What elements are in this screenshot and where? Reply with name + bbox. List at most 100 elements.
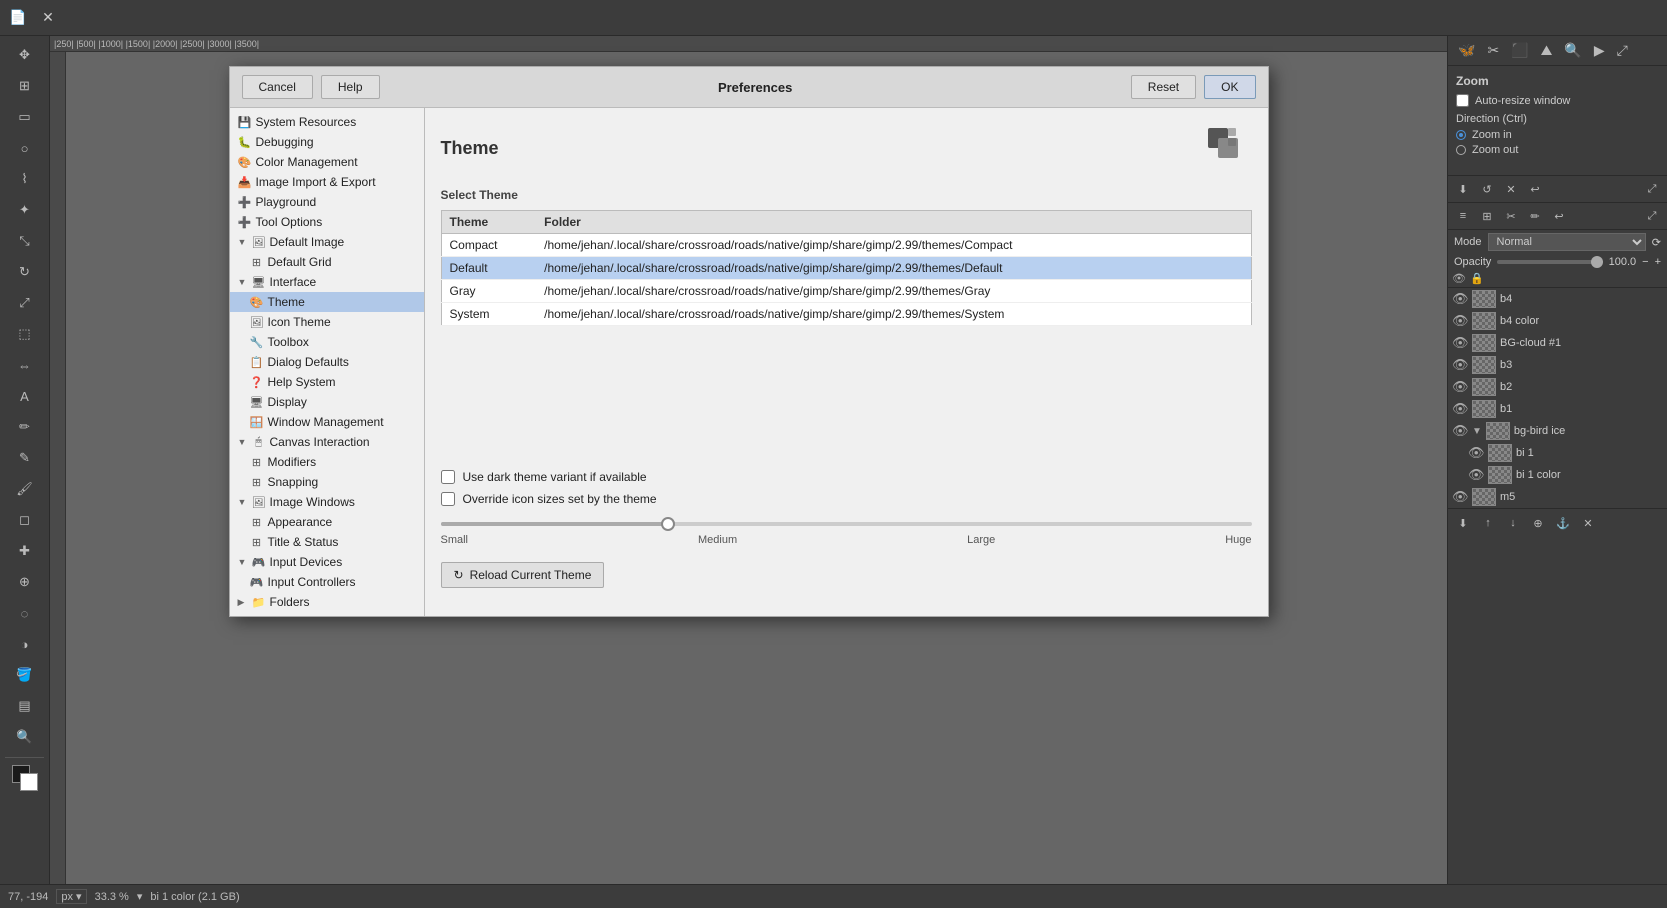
zoom-out-option[interactable]: Zoom out — [1456, 144, 1659, 156]
tool-lasso[interactable]: ⌇ — [10, 164, 40, 194]
layer-delete-btn[interactable]: ✕ — [1577, 512, 1599, 534]
list-item[interactable]: 👁 b4 — [1448, 288, 1667, 310]
reset-button[interactable]: Reset — [1131, 75, 1196, 99]
tool-select-rect[interactable]: ▭ — [10, 102, 40, 132]
layer-raise-btn[interactable]: ↑ — [1477, 512, 1499, 534]
layers-icon[interactable]: ≡ — [1452, 205, 1474, 227]
layer-duplicate-btn[interactable]: ⊕ — [1527, 512, 1549, 534]
tool-heal[interactable]: ✚ — [10, 536, 40, 566]
channels-icon[interactable]: ⊞ — [1476, 205, 1498, 227]
override-icon-checkbox[interactable] — [441, 492, 455, 506]
sidebar-item-help-system[interactable]: ❓ Help System — [230, 372, 424, 392]
tool-pencil[interactable]: ✎ — [10, 443, 40, 473]
tool-paintbrush[interactable]: 🖌 — [10, 474, 40, 504]
tool-perspective[interactable]: ⬚ — [10, 319, 40, 349]
unit-select[interactable]: px ▾ — [56, 889, 86, 904]
list-item[interactable]: 👁 m5 — [1448, 486, 1667, 508]
table-row[interactable]: System /home/jehan/.local/share/crossroa… — [441, 303, 1251, 326]
toolbar-icon-file[interactable]: 📄 — [4, 4, 32, 32]
list-item[interactable]: 👁 b3 — [1448, 354, 1667, 376]
mode-select[interactable]: Normal — [1488, 233, 1646, 251]
list-item[interactable]: 👁 BG-cloud #1 — [1448, 332, 1667, 354]
tool-scale[interactable]: ⤢ — [10, 288, 40, 318]
list-item[interactable]: 👁 b2 — [1448, 376, 1667, 398]
table-row[interactable]: Compact /home/jehan/.local/share/crossro… — [441, 234, 1251, 257]
zoom-out-radio[interactable] — [1456, 145, 1466, 155]
layer-btn-4[interactable]: ↩ — [1524, 178, 1546, 200]
dark-theme-checkbox[interactable] — [441, 470, 455, 484]
layers-expand[interactable]: ⤢ — [1641, 205, 1663, 227]
zoom-in-radio[interactable] — [1456, 130, 1466, 140]
sidebar-item-tool-options[interactable]: ➕ Tool Options — [230, 212, 424, 232]
sidebar-item-appearance[interactable]: ⊞ Appearance — [230, 512, 424, 532]
list-item[interactable]: 👁 bi 1 — [1448, 442, 1667, 464]
right-butterfly-icon[interactable]: 🦋 — [1454, 40, 1479, 61]
opacity-slider[interactable] — [1497, 260, 1602, 264]
tool-align[interactable]: ⊞ — [10, 71, 40, 101]
tool-path[interactable]: ✏ — [10, 412, 40, 442]
table-row[interactable]: Gray /home/jehan/.local/share/crossroad/… — [441, 280, 1251, 303]
sidebar-item-image-windows[interactable]: ▼ 🖼 Image Windows — [230, 492, 424, 512]
toolbar-icon-close[interactable]: ✕ — [34, 4, 62, 32]
eye-icon[interactable]: 👁 — [1452, 335, 1468, 351]
tool-select-ellipse[interactable]: ○ — [10, 133, 40, 163]
eye-icon[interactable]: 👁 — [1468, 467, 1484, 483]
sidebar-item-window-management[interactable]: 🪟 Window Management — [230, 412, 424, 432]
sidebar-item-title-status[interactable]: ⊞ Title & Status — [230, 532, 424, 552]
paths-icon[interactable]: ✂ — [1500, 205, 1522, 227]
eye-icon[interactable]: 👁 — [1452, 489, 1468, 505]
tool-eraser[interactable]: ◻ — [10, 505, 40, 535]
tool-move[interactable]: ✥ — [10, 40, 40, 70]
list-item[interactable]: 👁 bi 1 color — [1448, 464, 1667, 486]
tool-rotate[interactable]: ↻ — [10, 257, 40, 287]
tool-crop[interactable]: ⤡ — [10, 226, 40, 256]
sidebar-item-color-management[interactable]: 🎨 Color Management — [230, 152, 424, 172]
right-arrow-icon[interactable]: ▶ — [1590, 40, 1609, 61]
eye-icon[interactable]: 👁 — [1452, 401, 1468, 417]
zoom-unit[interactable]: ▾ — [137, 890, 143, 903]
auto-resize-option[interactable]: Auto-resize window — [1456, 94, 1659, 107]
layer-btn-1[interactable]: ⬇ — [1452, 178, 1474, 200]
list-item[interactable]: 👁 b4 color — [1448, 310, 1667, 332]
eye-icon[interactable]: 👁 — [1452, 379, 1468, 395]
sidebar-item-image-import-export[interactable]: 📥 Image Import & Export — [230, 172, 424, 192]
tool-zoom[interactable]: 🔍 — [10, 722, 40, 752]
ok-button[interactable]: OK — [1204, 75, 1255, 99]
auto-resize-checkbox[interactable] — [1456, 94, 1469, 107]
right-search-icon[interactable]: 🔍 — [1560, 40, 1585, 61]
table-row[interactable]: Default /home/jehan/.local/share/crossro… — [441, 257, 1251, 280]
eye-icon[interactable]: 👁 — [1452, 313, 1468, 329]
sidebar-item-theme[interactable]: 🎨 Theme — [230, 292, 424, 312]
right-expand-icon[interactable]: ⤢ — [1613, 40, 1632, 61]
history-icon[interactable]: ↩ — [1548, 205, 1570, 227]
tool-flip[interactable]: ⇔ — [10, 350, 40, 380]
layer-lower-btn[interactable]: ↓ — [1502, 512, 1524, 534]
right-scissor-icon[interactable]: ✂ — [1483, 40, 1503, 61]
sidebar-item-debugging[interactable]: 🐛 Debugging — [230, 132, 424, 152]
opacity-plus[interactable]: + — [1655, 256, 1661, 268]
reload-button[interactable]: ↻ Reload Current Theme — [441, 562, 605, 588]
sidebar-item-interface[interactable]: ▼ 🖥 Interface — [230, 272, 424, 292]
sidebar-item-default-image[interactable]: ▼ 🖼 Default Image — [230, 232, 424, 252]
layer-btn-3[interactable]: ✕ — [1500, 178, 1522, 200]
tool-fg-color[interactable] — [10, 763, 40, 793]
eye-icon[interactable]: 👁 — [1452, 423, 1468, 439]
expand-arrow[interactable]: ▼ — [1472, 426, 1482, 437]
sidebar-item-snapping[interactable]: ⊞ Snapping — [230, 472, 424, 492]
tool-text[interactable]: A — [10, 381, 40, 411]
tool-gradient[interactable]: ▤ — [10, 691, 40, 721]
list-item[interactable]: 👁 ▼ bg-bird ice — [1448, 420, 1667, 442]
sidebar-item-default-grid[interactable]: ⊞ Default Grid — [230, 252, 424, 272]
sidebar-item-display[interactable]: 🖥 Display — [230, 392, 424, 412]
eye-icon[interactable]: 👁 — [1452, 291, 1468, 307]
opacity-minus[interactable]: − — [1642, 256, 1648, 268]
slider-thumb[interactable] — [661, 517, 675, 531]
sidebar-item-modifiers[interactable]: ⊞ Modifiers — [230, 452, 424, 472]
layer-btn-2[interactable]: ↺ — [1476, 178, 1498, 200]
tool-dodge[interactable]: ◑ — [10, 629, 40, 659]
cancel-button[interactable]: Cancel — [242, 75, 313, 99]
right-rect-icon[interactable]: ⬛ — [1507, 40, 1532, 61]
list-item[interactable]: 👁 b1 — [1448, 398, 1667, 420]
tool-fuzzy-select[interactable]: ✦ — [10, 195, 40, 225]
opacity-thumb[interactable] — [1591, 256, 1603, 268]
